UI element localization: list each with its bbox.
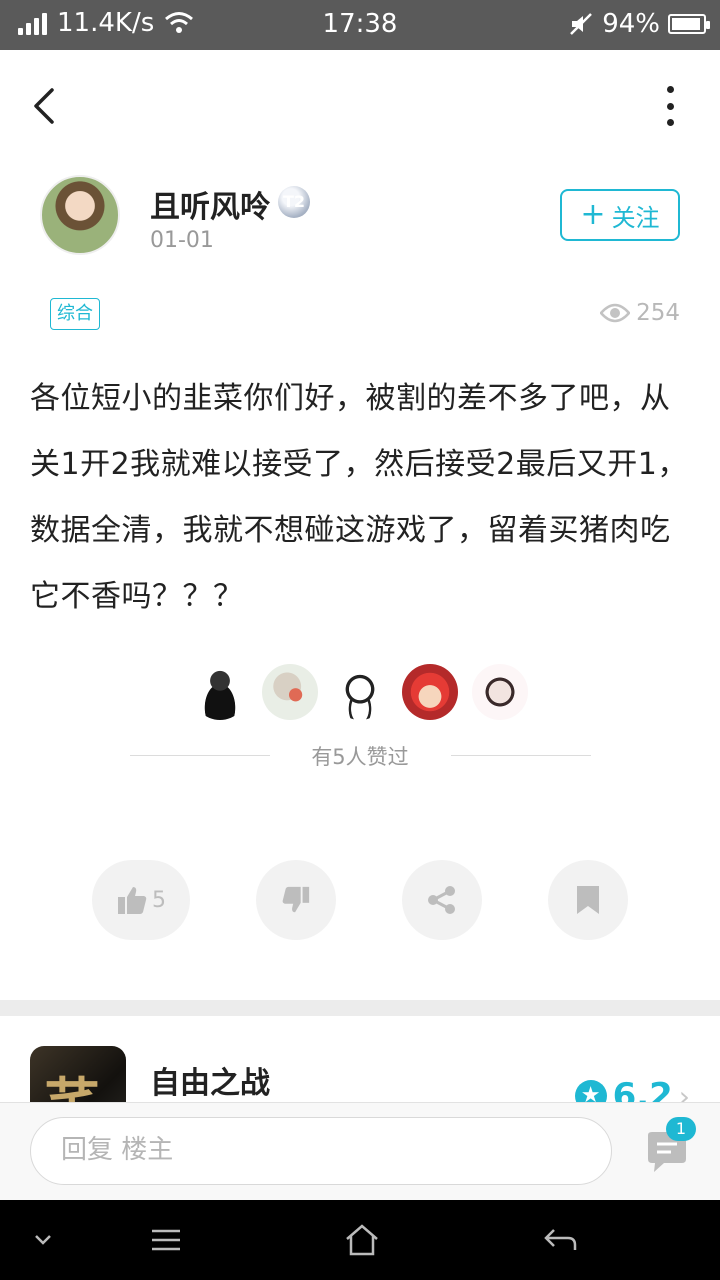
battery-icon (668, 14, 710, 34)
nav-back-button[interactable] (540, 1220, 580, 1260)
status-right: 94% (568, 9, 710, 39)
likes-summary[interactable]: 有5人赞过 (0, 741, 720, 771)
thumb-down-icon (282, 886, 310, 913)
author-avatar[interactable] (40, 175, 120, 255)
plus-icon: + (580, 197, 606, 232)
liker-avatar[interactable] (402, 664, 458, 720)
follow-label: 关注 (611, 203, 660, 232)
game-name[interactable]: 自由之战 (150, 1058, 270, 1102)
home-icon (346, 1224, 378, 1256)
category-tag[interactable]: 综合 (50, 298, 100, 330)
like-button[interactable]: 5 (92, 860, 190, 940)
eye-icon (600, 303, 631, 323)
mute-icon (570, 13, 593, 35)
liker-avatar[interactable] (332, 664, 388, 720)
dislike-button[interactable] (256, 860, 336, 940)
follow-button[interactable]: + 关注 (560, 189, 680, 241)
section-divider (0, 1000, 720, 1016)
liker-avatar[interactable] (192, 664, 248, 720)
more-options-button[interactable] (660, 86, 680, 126)
back-icon (544, 1229, 577, 1250)
chevron-down-icon (35, 1235, 51, 1245)
nav-home-button[interactable] (342, 1220, 382, 1260)
bookmark-icon (577, 886, 599, 914)
back-arrow-icon (34, 88, 54, 124)
bookmark-button[interactable] (548, 860, 628, 940)
author-name[interactable]: 且听风呤 (150, 182, 270, 226)
level-badge: T2 (278, 186, 310, 218)
back-button[interactable] (26, 84, 66, 128)
more-vertical-icon (666, 86, 674, 93)
menu-icon (152, 1229, 180, 1251)
view-count: 254 (600, 300, 680, 326)
post-date: 01-01 (150, 228, 214, 253)
like-count: 5 (152, 887, 166, 913)
likers-avatars (0, 664, 720, 720)
nav-menu-button[interactable] (146, 1220, 186, 1260)
view-count-value: 254 (636, 300, 680, 326)
reply-input[interactable]: 回复 楼主 (30, 1117, 612, 1185)
comment-count-badge: 1 (666, 1117, 696, 1141)
share-icon (428, 886, 455, 914)
post-body: 各位短小的韭菜你们好，被割的差不多了吧，从关1开2我就难以接受了，然后接受2最后… (30, 381, 688, 614)
share-button[interactable] (402, 860, 482, 940)
reply-bar: 回复 楼主 1 (0, 1102, 720, 1200)
battery-percent: 94% (602, 9, 660, 39)
system-nav-bar (0, 1200, 720, 1280)
liker-avatar[interactable] (262, 664, 318, 720)
status-bar: 11.4K/s 17:38 94% (0, 0, 720, 50)
thumb-up-icon (118, 887, 147, 914)
nav-collapse-button[interactable] (28, 1220, 58, 1260)
liker-avatar[interactable] (472, 664, 528, 720)
